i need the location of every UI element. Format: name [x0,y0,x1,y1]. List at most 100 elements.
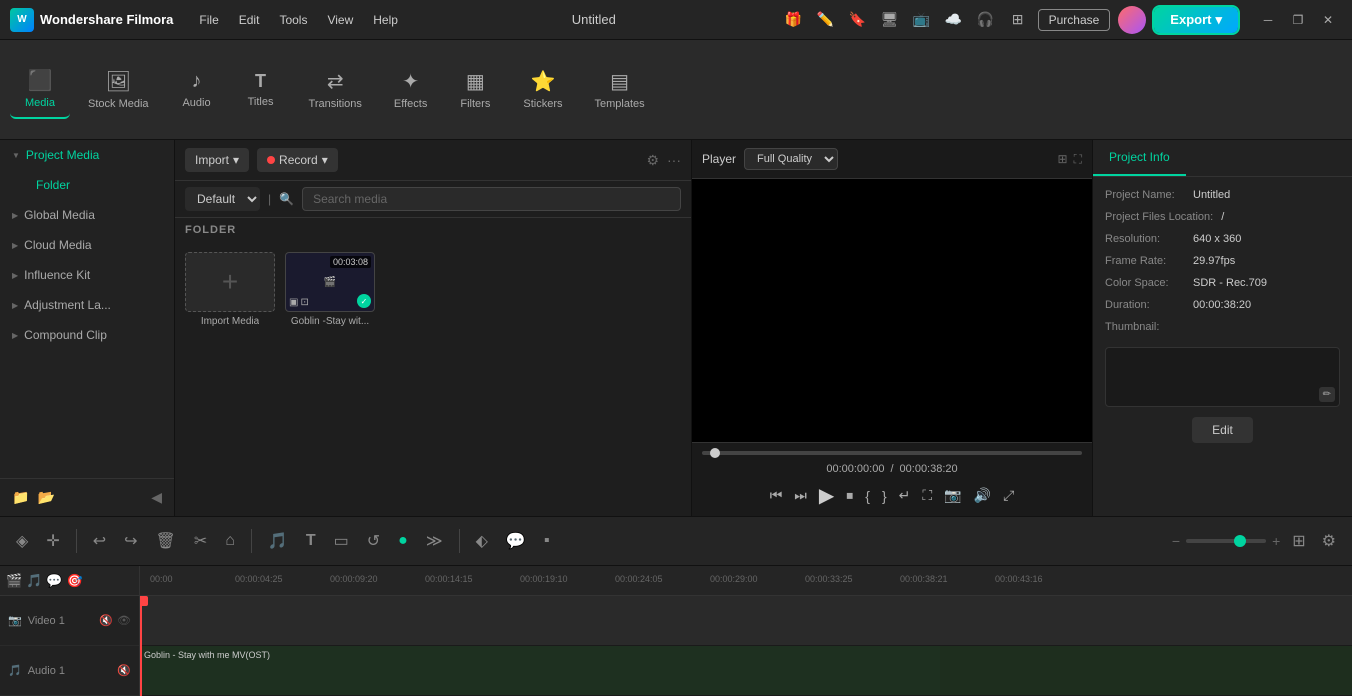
sidebar-folder-item[interactable]: Folder [28,174,174,196]
pip-button[interactable]: ▪ [538,528,556,554]
sidebar-item-influence-kit[interactable]: ▶ Influence Kit [0,260,174,290]
audio-detach-button[interactable]: 🎵 [262,527,294,555]
split-view-icon[interactable]: ⊞ [1058,152,1068,167]
ruler-mark-0: 00:00 [150,574,173,584]
menu-tools[interactable]: Tools [271,9,315,31]
snapshot-button[interactable]: 📷 [944,487,961,504]
expand-button[interactable]: ⤢ [1003,487,1014,504]
video-track[interactable] [140,596,1352,646]
add-audio-track-icon[interactable]: 🎵 [26,573,42,589]
maximize-button[interactable]: ❐ [1284,6,1312,34]
folder-icon[interactable]: 📂 [37,489,54,506]
media-sort-select[interactable]: Default [185,187,260,211]
import-button[interactable]: Import ▾ [185,148,249,172]
audio-mute-icon[interactable]: 🔇 [117,664,131,677]
add-video-track-icon[interactable]: 🎬 [6,573,22,589]
delete-button[interactable]: 🗑 [150,527,182,555]
record-button[interactable]: Record ▾ [257,148,338,172]
tab-templates[interactable]: ▤ Templates [580,61,658,118]
slider-thumb[interactable] [710,448,720,458]
crop-button[interactable]: ⌂ [219,528,241,554]
volume-button[interactable]: 🔊 [974,487,991,504]
audio-sync-button[interactable]: ⬖ [470,527,494,555]
zoom-out-icon[interactable]: − [1172,533,1180,549]
minimize-button[interactable]: ─ [1254,6,1282,34]
monitor2-icon[interactable]: 📺 [910,8,934,32]
apps-icon[interactable]: ⊞ [1006,8,1030,32]
speed-button[interactable]: ↺ [361,527,386,555]
grid-icon[interactable]: ⊞ [1286,527,1311,555]
export-button[interactable]: Export ▾ [1154,7,1238,33]
playhead[interactable] [140,596,142,696]
filter-icon[interactable]: ⚙ [646,152,659,169]
quality-select[interactable]: Full Quality [744,148,838,170]
tab-media[interactable]: ⬛ Media [10,60,70,119]
cut-button[interactable]: ✂ [188,527,213,555]
gift-icon[interactable]: 🎁 [782,8,806,32]
cloud-icon[interactable]: ☁️ [942,8,966,32]
video-eye-icon[interactable]: 👁 [117,614,131,627]
zoom-slider[interactable] [1186,539,1266,543]
tab-audio[interactable]: ♪ Audio [167,62,227,117]
audio-track[interactable]: // Generate waveform bars for(let i=0; i… [140,646,1352,696]
edit-button[interactable]: Edit [1192,417,1253,443]
filters-icon: ▦ [466,69,485,94]
sidebar-item-cloud-media[interactable]: ▶ Cloud Media [0,230,174,260]
tab-stock-media[interactable]: 🖼 Stock Media [74,61,163,118]
play-toggle-button[interactable]: ● [392,528,414,554]
player-progress-slider[interactable] [702,451,1082,455]
menu-edit[interactable]: Edit [231,9,268,31]
sidebar-item-global-media[interactable]: ▶ Global Media [0,200,174,230]
subtitle-button[interactable]: 💬 [500,527,532,555]
sidebar-item-adjustment[interactable]: ▶ Adjustment La... [0,290,174,320]
add-subtitle-track-icon[interactable]: 💬 [46,573,62,589]
tab-project-info[interactable]: Project Info [1093,140,1186,176]
text-button[interactable]: T [300,528,322,554]
menu-file[interactable]: File [191,9,226,31]
menu-help[interactable]: Help [365,9,406,31]
tab-stickers[interactable]: ⭐ Stickers [509,61,576,118]
menu-view[interactable]: View [319,9,361,31]
insert-button[interactable]: ↵ [899,487,911,504]
pen-icon[interactable]: ✏️ [814,8,838,32]
undo-button[interactable]: ↩ [87,527,112,555]
bookmark-icon[interactable]: 🔖 [846,8,870,32]
fullscreen-icon[interactable]: ⛶ [1074,152,1082,167]
redo-button[interactable]: ↪ [118,527,143,555]
play-button[interactable]: ▶ [819,483,834,508]
monitor-icon[interactable]: 🖥 [878,8,902,32]
search-input[interactable] [302,187,681,211]
settings-icon[interactable]: ⚙ [1316,527,1342,555]
info-row-colorspace: Color Space: SDR - Rec.709 [1105,277,1340,289]
zoom-in-icon[interactable]: + [1272,533,1280,549]
headphone-icon[interactable]: 🎧 [974,8,998,32]
thumbnail-edit-icon[interactable]: ✏ [1319,387,1335,402]
avatar[interactable] [1118,6,1146,34]
new-folder-icon[interactable]: 📁 [12,489,29,506]
collapse-icon[interactable]: ◀ [151,489,162,506]
sidebar-item-compound-clip[interactable]: ▶ Compound Clip [0,320,174,350]
mark-in-button[interactable]: { [865,488,870,504]
magnetic-button[interactable]: ✛ [40,527,65,555]
tab-filters[interactable]: ▦ Filters [445,61,505,118]
more-icon[interactable]: ··· [667,152,681,168]
step-back-button[interactable]: ⏭ [794,487,807,504]
rewind-button[interactable]: ⏮ [770,487,783,504]
list-item[interactable]: + Import Media [185,252,275,506]
close-button[interactable]: ✕ [1314,6,1342,34]
tab-transitions[interactable]: ⇄ Transitions [295,61,376,118]
add-track-button[interactable]: 🎯 [67,573,83,589]
list-item[interactable]: 🎬 00:03:08 ▣ ⊡ ✓ Goblin -Stay wit... [285,252,375,506]
video-mute-icon[interactable]: 🔇 [99,614,113,627]
more-tools-button[interactable]: ≫ [420,527,449,555]
mask-button[interactable]: ▭ [328,527,355,555]
mark-out-button[interactable]: } [882,488,887,504]
dual-screen-button[interactable]: ⛶ [922,487,932,504]
tab-effects[interactable]: ✦ Effects [380,61,441,118]
zoom-thumb[interactable] [1234,535,1246,547]
stop-button[interactable]: ⏹ [846,487,853,504]
sidebar-item-project-media[interactable]: ▼ Project Media [0,140,174,170]
tab-titles[interactable]: T Titles [231,63,291,116]
purchase-button[interactable]: Purchase [1038,9,1111,31]
scene-detect-button[interactable]: ◈ [10,527,34,555]
